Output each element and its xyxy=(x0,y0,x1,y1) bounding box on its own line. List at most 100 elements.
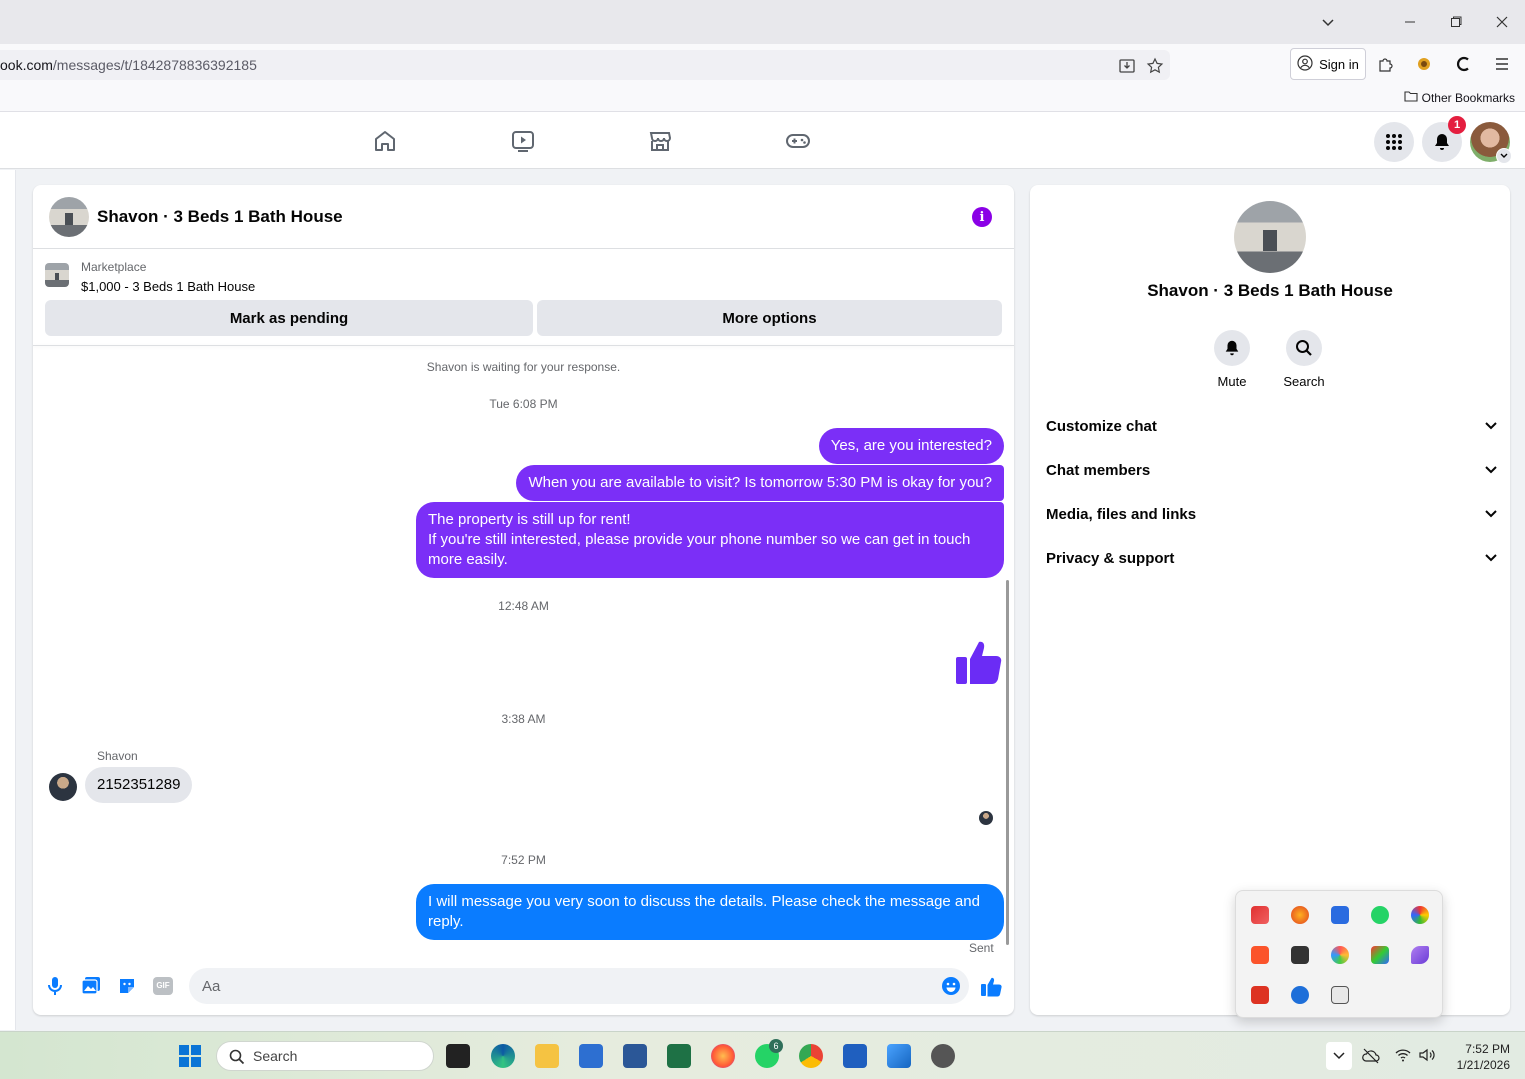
volume-icon[interactable] xyxy=(1419,1048,1437,1067)
tray-defender-icon[interactable] xyxy=(1291,986,1309,1004)
sender-avatar[interactable] xyxy=(49,773,77,801)
taskbar-clock[interactable]: 7:52 PM 1/21/2026 xyxy=(1450,1041,1510,1073)
outgoing-message[interactable]: I will message you very soon to discuss … xyxy=(416,884,1004,940)
app-icon[interactable] xyxy=(931,1044,955,1068)
tray-app-icon[interactable] xyxy=(1411,906,1429,924)
message-input[interactable]: Aa xyxy=(189,968,969,1004)
task-view-icon[interactable] xyxy=(446,1044,470,1068)
other-bookmarks[interactable]: Other Bookmarks xyxy=(1404,90,1515,105)
search-label: Search xyxy=(1283,374,1325,389)
microphone-icon[interactable] xyxy=(44,975,66,997)
grid-icon xyxy=(1386,134,1402,150)
tray-app-icon[interactable] xyxy=(1291,946,1309,964)
bell-icon xyxy=(1435,134,1449,150)
outgoing-message[interactable]: Yes, are you interested? xyxy=(818,428,1004,464)
sign-in-button[interactable]: Sign in xyxy=(1290,48,1366,80)
section-label: Customize chat xyxy=(1046,417,1157,435)
facebook-top-nav xyxy=(0,112,1525,169)
outgoing-message[interactable]: When you are available to visit? Is tomo… xyxy=(516,465,1004,501)
close-window-button[interactable] xyxy=(1490,10,1514,34)
more-options-button[interactable]: More options xyxy=(537,300,1002,336)
thumbs-up-sticker-icon[interactable] xyxy=(953,635,1005,692)
details-avatar[interactable] xyxy=(1234,201,1306,273)
restore-button[interactable] xyxy=(1444,10,1468,34)
edge-icon[interactable] xyxy=(491,1044,515,1068)
url-path: /messages/t/1842878836392185 xyxy=(52,57,257,73)
extension-c-icon[interactable] xyxy=(1454,54,1474,74)
firefox-icon[interactable] xyxy=(711,1044,735,1068)
taskbar-search-box[interactable]: Search xyxy=(216,1041,434,1071)
gif-icon[interactable]: GIF xyxy=(152,975,174,997)
extensions-puzzle-icon[interactable] xyxy=(1376,54,1396,74)
account-chevron-icon[interactable] xyxy=(1496,148,1512,164)
menu-hamburger-icon[interactable] xyxy=(1492,54,1512,74)
chat-members-section[interactable]: Chat members xyxy=(1046,450,1498,490)
tab-list-chevron-icon[interactable] xyxy=(1316,10,1340,34)
tray-quill-icon[interactable] xyxy=(1411,946,1429,964)
send-like-icon[interactable] xyxy=(980,975,1002,997)
info-icon[interactable]: i xyxy=(972,207,992,227)
tray-info-icon[interactable] xyxy=(1331,906,1349,924)
customize-chat-section[interactable]: Customize chat xyxy=(1046,406,1498,446)
notification-count-badge: 1 xyxy=(1448,116,1466,134)
incoming-message[interactable]: 2152351289 xyxy=(85,767,193,803)
file-explorer-icon[interactable] xyxy=(535,1044,559,1068)
mute-label: Mute xyxy=(1217,374,1247,389)
chat-title[interactable]: Shavon · 3 Beds 1 Bath House xyxy=(97,207,343,227)
tray-whatsapp-icon[interactable] xyxy=(1371,906,1389,924)
extension-badge-icon[interactable] xyxy=(1414,54,1434,74)
windows-start-icon[interactable] xyxy=(179,1045,201,1067)
mark-as-pending-button[interactable]: Mark as pending xyxy=(45,300,533,336)
tray-usb-icon[interactable] xyxy=(1331,986,1349,1004)
message-composer: GIF Aa xyxy=(33,965,1014,1009)
mute-button[interactable]: Mute xyxy=(1197,330,1267,389)
cloud-offline-icon[interactable] xyxy=(1362,1048,1380,1069)
listing-thumbnail[interactable] xyxy=(45,263,69,287)
tray-copilot-icon[interactable] xyxy=(1331,946,1349,964)
minimize-button[interactable] xyxy=(1398,10,1422,34)
search-in-conversation-button[interactable]: Search xyxy=(1269,330,1339,389)
chevron-down-icon xyxy=(1484,418,1498,435)
left-sidebar-edge xyxy=(0,170,16,1030)
wifi-icon[interactable] xyxy=(1395,1048,1411,1067)
bookmark-star-icon[interactable] xyxy=(1146,57,1164,75)
marketplace-icon[interactable] xyxy=(647,128,673,154)
timestamp: Tue 6:08 PM xyxy=(489,397,558,411)
sticker-icon[interactable] xyxy=(116,975,138,997)
photo-icon[interactable] xyxy=(80,975,102,997)
media-files-links-section[interactable]: Media, files and links xyxy=(1046,494,1498,534)
microsoft-store-icon[interactable] xyxy=(579,1044,603,1068)
clock-date: 1/21/2026 xyxy=(1456,1058,1510,1072)
chat-avatar[interactable] xyxy=(49,197,89,237)
message-line: The property is still up for rent! xyxy=(428,511,631,528)
menu-grid-button[interactable] xyxy=(1374,122,1414,162)
word-icon[interactable] xyxy=(623,1044,647,1068)
notepad-icon[interactable] xyxy=(843,1044,867,1068)
gaming-icon[interactable] xyxy=(785,128,811,154)
gif-label: GIF xyxy=(153,977,173,995)
emoji-icon[interactable] xyxy=(940,975,962,997)
outgoing-message[interactable]: The property is still up for rent! If yo… xyxy=(416,502,1004,578)
tray-pdf-icon[interactable] xyxy=(1251,986,1269,1004)
photos-icon[interactable] xyxy=(887,1044,911,1068)
search-icon xyxy=(229,1049,245,1068)
search-icon xyxy=(1286,330,1322,366)
excel-icon[interactable] xyxy=(667,1044,691,1068)
home-icon[interactable] xyxy=(372,128,398,154)
tray-app-icon[interactable] xyxy=(1251,906,1269,924)
waiting-status-text: Shavon is waiting for your response. xyxy=(426,360,621,374)
marketplace-divider xyxy=(33,345,1014,346)
video-icon[interactable] xyxy=(510,128,536,154)
chrome-icon[interactable] xyxy=(799,1044,823,1068)
privacy-support-section[interactable]: Privacy & support xyxy=(1046,538,1498,578)
tray-app-icon[interactable] xyxy=(1291,906,1309,924)
chevron-down-icon xyxy=(1484,506,1498,523)
tray-overflow-chevron-icon[interactable] xyxy=(1326,1042,1352,1070)
download-page-icon[interactable] xyxy=(1118,57,1136,75)
url-bar[interactable]: ook.com/messages/t/1842878836392185 xyxy=(0,50,1170,80)
tray-app-icon[interactable] xyxy=(1371,946,1389,964)
timestamp: 3:38 AM xyxy=(501,712,546,726)
tray-brave-icon[interactable] xyxy=(1251,946,1269,964)
marketplace-item-title[interactable]: $1,000 - 3 Beds 1 Bath House xyxy=(81,279,255,294)
chat-scrollbar[interactable] xyxy=(1006,580,1009,945)
